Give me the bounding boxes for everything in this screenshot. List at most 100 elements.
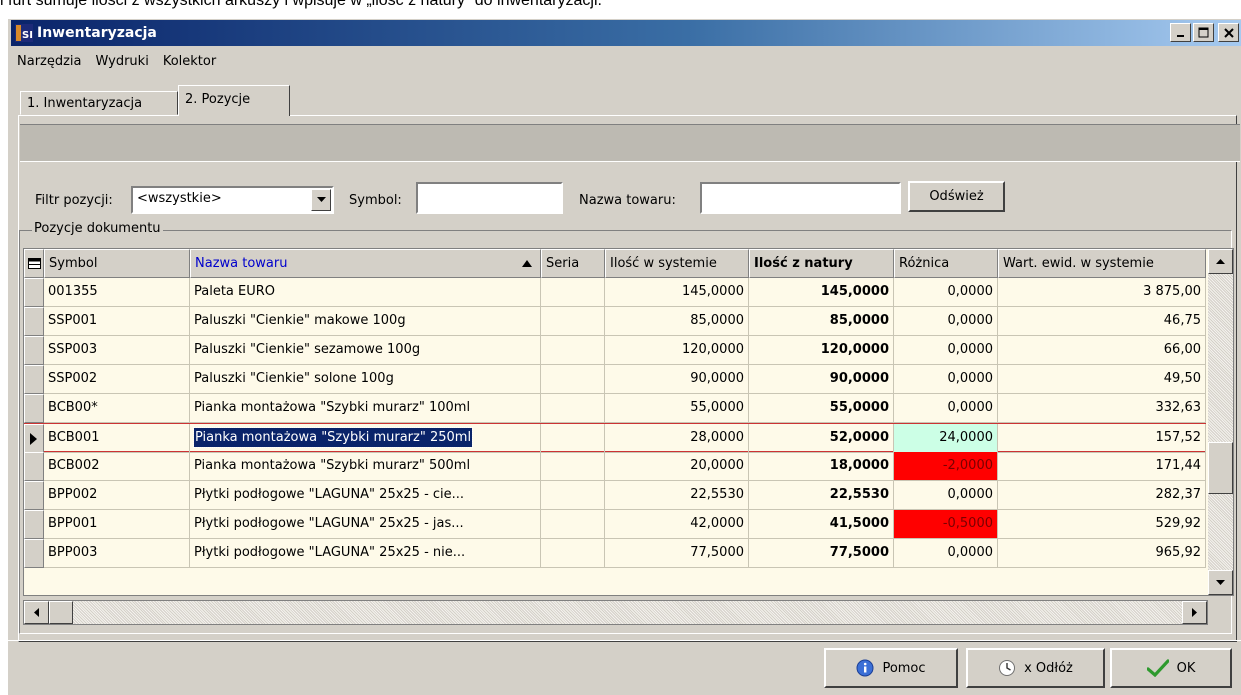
column-header-symbol[interactable]: Symbol [44, 249, 190, 278]
cell-name[interactable]: Pianka montażowa "Szybki murarz" 500ml [190, 452, 541, 481]
cell-difference[interactable]: 0,0000 [894, 394, 998, 423]
tab-inwentaryzacja[interactable]: 1. Inwentaryzacja [20, 91, 178, 115]
cell-system-qty[interactable]: 120,0000 [605, 336, 749, 365]
cell-system-qty[interactable]: 145,0000 [605, 278, 749, 307]
symbol-input[interactable] [416, 182, 563, 214]
cell-symbol[interactable]: BCB00* [44, 394, 190, 423]
ok-button[interactable]: OK [1110, 648, 1232, 688]
cell-symbol[interactable]: BPP003 [44, 539, 190, 568]
cell-seria[interactable] [541, 307, 605, 336]
postpone-button[interactable]: x Odłóż [966, 648, 1105, 688]
table-row[interactable]: BCB002 Pianka montażowa "Szybki murarz" 5… [24, 452, 1206, 481]
menu-wydruki[interactable]: Wydruki [89, 51, 156, 73]
table-row[interactable]: SSP003 Paluszki "Cienkie" sezamowe 100g 12… [24, 336, 1206, 365]
row-indicator[interactable] [24, 394, 44, 423]
cell-system-value[interactable]: 157,52 [998, 424, 1206, 453]
menu-kolektor[interactable]: Kolektor [156, 51, 223, 73]
row-indicator[interactable] [24, 424, 44, 453]
cell-symbol[interactable]: SSP003 [44, 336, 190, 365]
cell-name[interactable]: Paleta EURO [190, 278, 541, 307]
tab-pozycje[interactable]: 2. Pozycje [178, 85, 290, 116]
cell-seria[interactable] [541, 336, 605, 365]
horizontal-scrollbar[interactable] [23, 600, 1208, 625]
cell-system-qty[interactable]: 55,0000 [605, 394, 749, 423]
cell-difference[interactable]: 0,0000 [894, 307, 998, 336]
cell-symbol[interactable]: BCB001 [44, 424, 190, 453]
cell-name[interactable]: Paluszki "Cienkie" sezamowe 100g [190, 336, 541, 365]
cell-natural-qty[interactable]: 145,0000 [749, 278, 894, 307]
cell-difference[interactable]: 0,0000 [894, 539, 998, 568]
cell-seria[interactable] [541, 539, 605, 568]
table-row[interactable]: BCB001 Pianka montażowa "Szybki murarz" 2… [24, 423, 1206, 453]
cell-symbol[interactable]: 001355 [44, 278, 190, 307]
close-button[interactable] [1218, 23, 1239, 42]
cell-name[interactable]: Paluszki "Cienkie" makowe 100g [190, 307, 541, 336]
cell-system-qty[interactable]: 28,0000 [605, 424, 749, 453]
cell-seria[interactable] [541, 424, 605, 453]
cell-name[interactable]: Płytki podłogowe "LAGUNA" 25x25 - nie... [190, 539, 541, 568]
scroll-left-button[interactable] [24, 601, 49, 624]
cell-name[interactable]: Pianka montażowa "Szybki murarz" 250ml [190, 424, 541, 453]
column-header-natural-qty[interactable]: Ilość z natury [749, 249, 894, 278]
cell-system-value[interactable]: 529,92 [998, 510, 1206, 539]
column-header-system-qty[interactable]: Ilość w systemie [605, 249, 749, 278]
refresh-button[interactable]: Odśwież [908, 181, 1005, 212]
row-indicator[interactable] [24, 539, 44, 568]
table-row[interactable]: SSP001 Paluszki "Cienkie" makowe 100g 85,0… [24, 307, 1206, 336]
cell-difference[interactable]: 0,0000 [894, 365, 998, 394]
row-indicator[interactable] [24, 336, 44, 365]
table-row[interactable]: BPP002 Płytki podłogowe "LAGUNA" 25x25 - … [24, 481, 1206, 510]
name-input[interactable] [700, 182, 901, 214]
cell-name[interactable]: Płytki podłogowe "LAGUNA" 25x25 - jas... [190, 510, 541, 539]
row-indicator[interactable] [24, 278, 44, 307]
cell-system-value[interactable]: 66,00 [998, 336, 1206, 365]
positions-grid[interactable]: Symbol Nazwa towaru Seria Ilość w system… [23, 248, 1234, 596]
cell-name[interactable]: Pianka montażowa "Szybki murarz" 100ml [190, 394, 541, 423]
cell-natural-qty[interactable]: 41,5000 [749, 510, 894, 539]
minimize-button[interactable] [1170, 23, 1191, 42]
cell-system-qty[interactable]: 77,5000 [605, 539, 749, 568]
column-header-indicator[interactable] [24, 249, 44, 278]
row-indicator[interactable] [24, 365, 44, 394]
cell-natural-qty[interactable]: 22,5530 [749, 481, 894, 510]
cell-system-qty[interactable]: 90,0000 [605, 365, 749, 394]
cell-natural-qty[interactable]: 55,0000 [749, 394, 894, 423]
cell-natural-qty[interactable]: 77,5000 [749, 539, 894, 568]
cell-symbol[interactable]: BPP001 [44, 510, 190, 539]
scroll-up-button[interactable] [1208, 249, 1233, 274]
cell-system-value[interactable]: 332,63 [998, 394, 1206, 423]
cell-difference[interactable]: 0,0000 [894, 481, 998, 510]
column-header-difference[interactable]: Różnica [894, 249, 998, 278]
cell-name[interactable]: Płytki podłogowe "LAGUNA" 25x25 - cie... [190, 481, 541, 510]
scroll-right-button[interactable] [1182, 601, 1207, 624]
scroll-thumb[interactable] [1208, 442, 1233, 494]
cell-system-value[interactable]: 965,92 [998, 539, 1206, 568]
cell-system-value[interactable]: 282,37 [998, 481, 1206, 510]
cell-system-qty[interactable]: 20,0000 [605, 452, 749, 481]
column-header-name[interactable]: Nazwa towaru [190, 249, 541, 278]
menu-narzedzia[interactable]: Narzędzia [10, 51, 89, 73]
scroll-down-button[interactable] [1208, 570, 1233, 595]
cell-system-qty[interactable]: 42,0000 [605, 510, 749, 539]
cell-difference[interactable]: 24,0000 [894, 424, 998, 453]
table-row[interactable]: 001355 Paleta EURO 145,0000 145,0000 0,0000 3… [24, 278, 1206, 307]
cell-difference[interactable]: 0,0000 [894, 336, 998, 365]
cell-symbol[interactable]: SSP001 [44, 307, 190, 336]
cell-seria[interactable] [541, 510, 605, 539]
title-bar[interactable]: SII Inwentaryzacja [11, 20, 1241, 46]
cell-name[interactable]: Paluszki "Cienkie" solone 100g [190, 365, 541, 394]
cell-symbol[interactable]: BCB002 [44, 452, 190, 481]
cell-natural-qty[interactable]: 90,0000 [749, 365, 894, 394]
row-indicator[interactable] [24, 452, 44, 481]
table-row[interactable]: BPP001 Płytki podłogowe "LAGUNA" 25x25 - … [24, 510, 1206, 539]
cell-natural-qty[interactable]: 18,0000 [749, 452, 894, 481]
cell-seria[interactable] [541, 365, 605, 394]
column-header-system-value[interactable]: Wart. ewid. w systemie [998, 249, 1206, 278]
cell-seria[interactable] [541, 394, 605, 423]
row-indicator[interactable] [24, 481, 44, 510]
cell-seria[interactable] [541, 452, 605, 481]
cell-natural-qty[interactable]: 52,0000 [749, 424, 894, 453]
cell-symbol[interactable]: BPP002 [44, 481, 190, 510]
cell-system-value[interactable]: 49,50 [998, 365, 1206, 394]
cell-natural-qty[interactable]: 120,0000 [749, 336, 894, 365]
